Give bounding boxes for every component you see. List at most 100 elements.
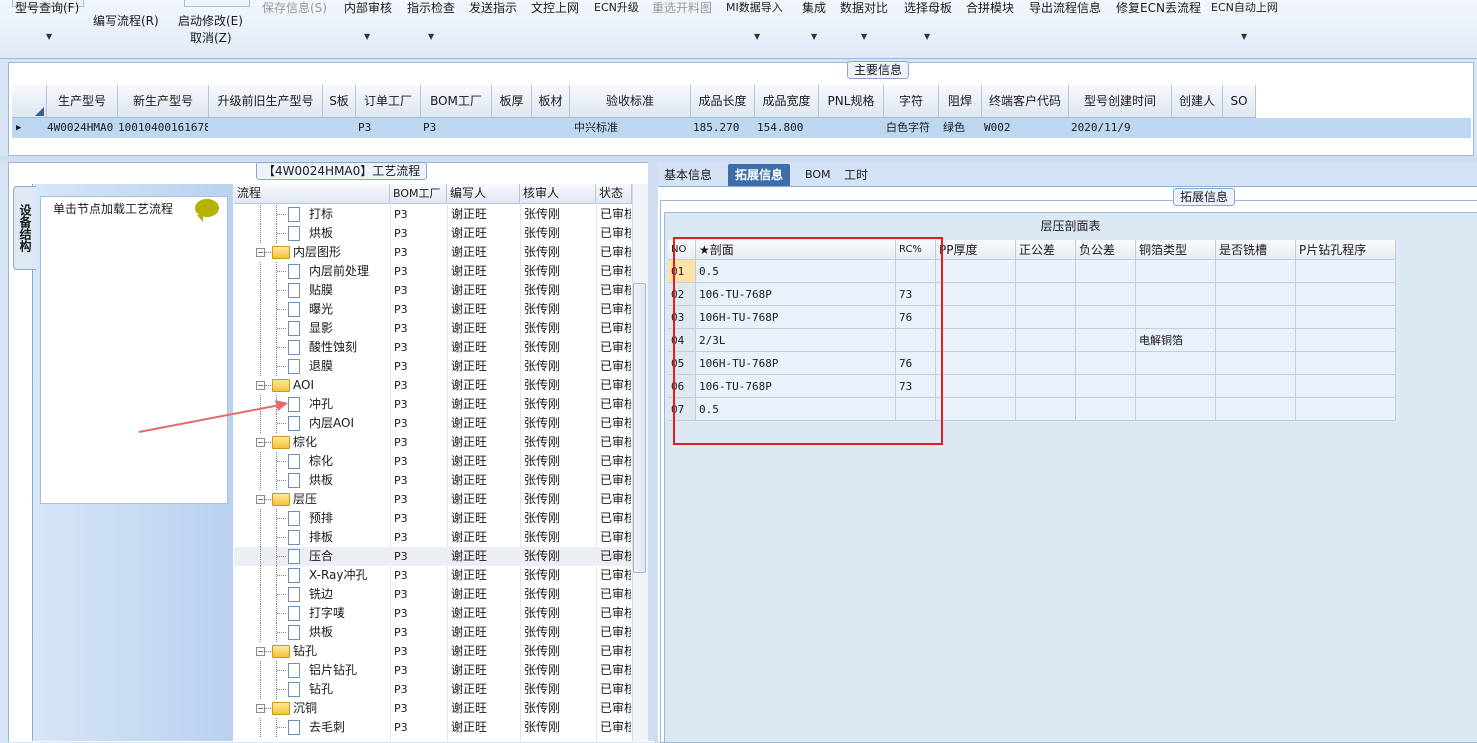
table-cell[interactable]: 106-TU-768P xyxy=(696,375,896,398)
col-header[interactable]: 升级前旧生产型号 xyxy=(209,85,323,117)
table-row-number[interactable]: 03 xyxy=(668,306,696,329)
table-row-number[interactable]: 02 xyxy=(668,283,696,306)
col-header[interactable]: SO xyxy=(1223,85,1256,117)
table-cell[interactable]: 0.5 xyxy=(696,398,896,421)
triangle-down-icon[interactable]: ▼ xyxy=(924,32,930,41)
col-header[interactable]: 核审人 xyxy=(520,184,596,203)
tree-row[interactable]: 烘板 P3 谢正旺 张传刚 已审核 xyxy=(234,224,631,243)
table-cell[interactable] xyxy=(1216,352,1296,375)
table-cell[interactable]: 电解铜箔 xyxy=(1136,329,1216,352)
collapse-toggle-icon[interactable]: − xyxy=(256,438,265,447)
table-row-number[interactable]: 04 xyxy=(668,329,696,352)
table-col-header[interactable]: NO xyxy=(668,240,696,260)
table-cell[interactable] xyxy=(1076,329,1136,352)
cancel-button[interactable]: 取消(Z) xyxy=(190,29,232,46)
table-cell[interactable] xyxy=(1016,329,1076,352)
table-col-header[interactable]: RC% xyxy=(896,240,936,260)
table-cell[interactable] xyxy=(1136,352,1216,375)
table-cell[interactable]: 0.5 xyxy=(696,260,896,283)
col-header[interactable]: 生产型号 xyxy=(47,85,118,117)
table-cell[interactable] xyxy=(1216,283,1296,306)
table-cell[interactable] xyxy=(1296,352,1396,375)
cell[interactable]: 绿色 xyxy=(943,118,983,138)
table-cell[interactable] xyxy=(1216,306,1296,329)
tree-row[interactable]: − AOI P3 谢正旺 张传刚 已审核 xyxy=(234,376,631,395)
col-header[interactable]: 型号创建时间 xyxy=(1069,85,1172,117)
tree-row[interactable]: 压合 P3 谢正旺 张传刚 已审核 xyxy=(234,547,631,566)
cell[interactable]: 154.800 xyxy=(757,118,817,138)
tree-row[interactable]: − 内层图形 P3 谢正旺 张传刚 已审核 xyxy=(234,243,631,262)
tree-row[interactable]: 铣边 P3 谢正旺 张传刚 已审核 xyxy=(234,585,631,604)
ecn-upgrade-button[interactable]: ECN升级 xyxy=(594,0,639,15)
cell[interactable]: 白色字符 xyxy=(886,118,940,138)
table-cell[interactable] xyxy=(1076,398,1136,421)
table-cell[interactable] xyxy=(1016,352,1076,375)
table-row-number[interactable]: 05 xyxy=(668,352,696,375)
col-header[interactable]: BOM工厂 xyxy=(421,85,492,117)
col-header[interactable]: BOM工厂 xyxy=(390,184,447,203)
table-cell[interactable]: 106-TU-768P xyxy=(696,283,896,306)
table-cell[interactable]: 2/3L xyxy=(696,329,896,352)
table-cell[interactable] xyxy=(1136,398,1216,421)
table-cell[interactable] xyxy=(1076,375,1136,398)
table-row-number[interactable]: 06 xyxy=(668,375,696,398)
main-info-row[interactable]: ▶ 4W0024HMA0 10010400161678 P3 P3 中兴标准 1… xyxy=(12,118,1471,138)
table-cell[interactable]: 106H-TU-768P xyxy=(696,306,896,329)
triangle-down-icon[interactable]: ▼ xyxy=(428,32,434,41)
table-row-number[interactable]: 07 xyxy=(668,398,696,421)
table-cell[interactable] xyxy=(896,329,936,352)
cell[interactable]: 4W0024HMA0 xyxy=(47,118,117,138)
table-cell[interactable] xyxy=(1016,306,1076,329)
col-header[interactable]: 终端客户代码 xyxy=(982,85,1069,117)
table-cell[interactable] xyxy=(1296,306,1396,329)
table-cell[interactable] xyxy=(1296,329,1396,352)
tree-row[interactable]: 贴膜 P3 谢正旺 张传刚 已审核 xyxy=(234,281,631,300)
table-cell[interactable] xyxy=(936,398,1016,421)
integration-button[interactable]: 集成 xyxy=(802,0,826,16)
triangle-down-icon[interactable]: ▼ xyxy=(861,32,867,41)
col-header[interactable]: 编写人 xyxy=(447,184,520,203)
triangle-down-icon[interactable]: ▼ xyxy=(364,32,370,41)
table-col-header[interactable]: ★剖面 xyxy=(696,240,896,260)
table-cell[interactable] xyxy=(1076,352,1136,375)
cell[interactable]: P3 xyxy=(358,118,398,138)
doc-control-online-button[interactable]: 文控上网 xyxy=(531,0,579,16)
table-cell[interactable] xyxy=(936,375,1016,398)
table-cell[interactable] xyxy=(936,352,1016,375)
cell[interactable]: P3 xyxy=(423,118,463,138)
table-cell[interactable] xyxy=(1016,260,1076,283)
col-header[interactable]: 阻焊 xyxy=(939,85,982,117)
vertical-splitter[interactable] xyxy=(648,162,658,741)
table-col-header[interactable]: 铜箔类型 xyxy=(1136,240,1216,260)
tree-row[interactable]: 内层前处理 P3 谢正旺 张传刚 已审核 xyxy=(234,262,631,281)
ecn-auto-online-button[interactable]: ECN自动上网 xyxy=(1211,0,1278,15)
merge-module-button[interactable]: 合拼模块 xyxy=(966,0,1014,16)
col-header[interactable]: 板厚 xyxy=(492,85,532,117)
table-cell[interactable] xyxy=(1296,283,1396,306)
collapse-toggle-icon[interactable]: − xyxy=(256,704,265,713)
triangle-down-icon[interactable]: ▼ xyxy=(754,32,760,41)
start-modify-button[interactable]: 启动修改(E) xyxy=(178,12,243,29)
table-cell[interactable] xyxy=(936,329,1016,352)
tree-row[interactable]: X-Ray冲孔 P3 谢正旺 张传刚 已审核 xyxy=(234,566,631,585)
tree-row[interactable]: 钻孔 P3 谢正旺 张传刚 已审核 xyxy=(234,680,631,699)
col-header[interactable]: 验收标准 xyxy=(570,85,691,117)
cell[interactable]: 2020/11/9 xyxy=(1071,118,1161,138)
table-cell[interactable]: 73 xyxy=(896,283,936,306)
table-cell[interactable] xyxy=(1136,306,1216,329)
table-col-header[interactable]: 正公差 xyxy=(1016,240,1076,260)
vertical-tab-device-structure[interactable]: 设备结构 xyxy=(13,186,36,270)
table-cell[interactable] xyxy=(1216,329,1296,352)
row-selector-header[interactable] xyxy=(12,85,47,117)
col-header[interactable]: 订单工厂 xyxy=(356,85,421,117)
table-col-header[interactable]: PP厚度 xyxy=(936,240,1016,260)
repair-ecn-lost-flow-button[interactable]: 修复ECN丢流程 xyxy=(1116,0,1201,16)
tree-row[interactable]: 烘板 P3 谢正旺 张传刚 已审核 xyxy=(234,471,631,490)
table-cell[interactable] xyxy=(1136,260,1216,283)
instruction-check-button[interactable]: 指示检查 xyxy=(407,0,455,16)
tab-bom[interactable]: BOM xyxy=(805,164,831,186)
tree-row[interactable]: 预排 P3 谢正旺 张传刚 已审核 xyxy=(234,509,631,528)
tree-row[interactable]: 打标 P3 谢正旺 张传刚 已审核 xyxy=(234,205,631,224)
table-row-number[interactable]: 01 xyxy=(668,260,696,283)
table-cell[interactable] xyxy=(1016,283,1076,306)
